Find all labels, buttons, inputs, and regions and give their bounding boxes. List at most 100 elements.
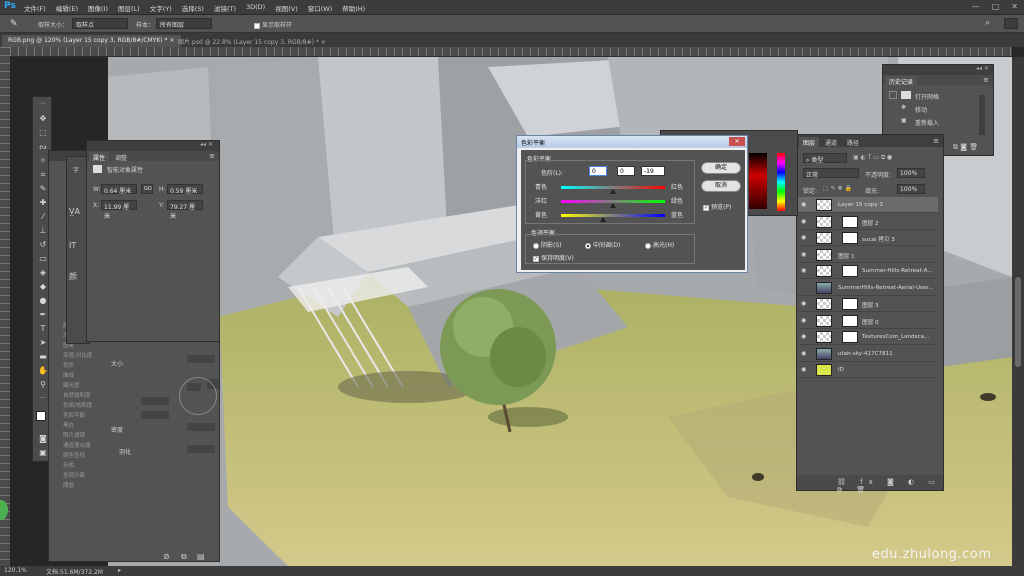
marquee-tool-icon[interactable]: ⬚ [37, 127, 49, 138]
menu-item-5[interactable]: 选择(S) [182, 3, 204, 13]
visibility-eye-icon[interactable]: ◉ [801, 366, 806, 373]
brush-angle-dial[interactable] [179, 377, 217, 415]
y-field[interactable]: 79.27 厘米 [167, 200, 203, 220]
menu-item-8[interactable]: 视图(V) [275, 3, 298, 13]
history-item-2[interactable]: 移动 [915, 105, 927, 114]
layer-kind-filter[interactable]: ⌕ 类型 [803, 153, 847, 164]
menu-item-1[interactable]: 编辑(E) [56, 3, 78, 13]
lock-icons[interactable]: ⬚ ✎ ✥ 🔒 [823, 185, 852, 192]
menu-item-2[interactable]: 图像(I) [88, 3, 108, 13]
adjustment-item-15[interactable]: 色调分离 [63, 471, 123, 481]
close-icon[interactable]: ✕ [1011, 2, 1018, 11]
layer-row[interactable]: ◉ TexturesCom_Landsca... [798, 329, 938, 345]
panel-menu-icon[interactable]: ≡ [209, 152, 215, 160]
show-ring-checkbox[interactable] [254, 22, 260, 29]
panel-footer-icon-2[interactable]: ⧉ [181, 552, 187, 562]
adjustment-item-16[interactable]: 阈值 [63, 481, 123, 491]
panel-footer-icon-1[interactable]: ⊘ [163, 552, 170, 561]
visibility-eye-icon[interactable]: ◉ [801, 201, 806, 208]
layer-mask-thumbnail[interactable] [842, 215, 858, 228]
menu-item-3[interactable]: 图层(L) [118, 3, 140, 13]
layers-footer[interactable]: ⛓ fx ◙ ◐ ▭ ⧉ 🗑 [797, 475, 943, 494]
visibility-eye-icon[interactable]: ◉ [801, 333, 806, 340]
layers-menu-icon[interactable]: ≡ [933, 137, 939, 145]
opacity-field[interactable]: 100% [897, 168, 925, 178]
vertical-scrollbar[interactable] [1012, 57, 1024, 566]
search-icon[interactable]: ⌕ [985, 18, 990, 28]
density-field[interactable] [187, 423, 215, 431]
stacked-panel-va-icon[interactable]: V̲A [69, 207, 80, 216]
filter-icons[interactable]: ▣ ◐ T ▭ ⧉ ● [853, 154, 892, 162]
stacked-panel-it-icon[interactable]: IT [69, 241, 76, 250]
panel-footer-icon-3[interactable]: ▤ [197, 552, 205, 561]
hue-slider[interactable] [777, 153, 785, 211]
menu-item-9[interactable]: 窗口(W) [308, 3, 333, 13]
adjustment-item-9[interactable]: 色彩平衡 [63, 411, 123, 421]
shadows-radio[interactable] [533, 242, 539, 249]
adjustment-item-6[interactable]: 曝光度 [63, 381, 123, 391]
tab-paths[interactable]: 路径 [843, 137, 863, 148]
adjustment-item-5[interactable]: 曲线 [63, 371, 123, 381]
fill-field[interactable]: 100% [897, 184, 925, 194]
minimize-icon[interactable]: — [972, 2, 980, 11]
adjustment-item-7[interactable]: 自然饱和度 [63, 391, 123, 401]
tab-properties[interactable]: 属性 [89, 152, 110, 163]
layer-row[interactable]: ◉ 图层 3 [798, 296, 938, 312]
layer-row[interactable]: SummerHills-Retreat-Aerial-User... [798, 280, 938, 296]
menu-item-6[interactable]: 滤镜(T) [214, 3, 236, 13]
status-arrow-icon[interactable]: ▸ [118, 567, 121, 574]
layer-mask-thumbnail[interactable] [842, 265, 858, 277]
width-field[interactable]: 0.64 厘米 [101, 184, 137, 195]
preserve-luminosity-checkbox[interactable]: ✓ [533, 255, 539, 262]
properties-collapse-icon[interactable]: ◂◂ ✕ [200, 141, 213, 148]
history-snapshot-box[interactable] [889, 91, 897, 99]
layer-mask-thumbnail[interactable] [842, 314, 858, 327]
preview-checkbox[interactable]: ✓ [703, 204, 709, 211]
layer-row[interactable]: ◉ ID [798, 362, 938, 378]
menu-item-7[interactable]: 3D(D) [246, 3, 265, 13]
workspace-icon[interactable] [1004, 18, 1018, 29]
visibility-eye-icon[interactable]: ◉ [801, 317, 806, 324]
sample-select[interactable]: 所有图层 [156, 18, 212, 29]
cancel-button[interactable]: 取消 [701, 180, 741, 192]
restore-icon[interactable]: □ [992, 2, 1000, 11]
history-menu-icon[interactable]: ≡ [983, 76, 989, 84]
visibility-eye-icon[interactable]: ◉ [801, 218, 806, 225]
x-field[interactable]: 11.99 厘米 [101, 200, 137, 220]
color-field[interactable] [749, 153, 767, 209]
layer-row[interactable]: ◉ sucai 拷贝 3 [798, 230, 938, 246]
history-snapshot-icon[interactable]: ⧉ ◙ 🗑 [953, 143, 978, 152]
zoom-readout[interactable]: 120.1% [4, 567, 27, 574]
menu-item-0[interactable]: 文件(F) [24, 3, 46, 13]
layer-mask-thumbnail[interactable] [842, 331, 858, 343]
adjustment-item-13[interactable]: 颜色查找 [63, 451, 123, 461]
level-yellow-blue-input[interactable]: -19 [641, 166, 665, 176]
tab-layers[interactable]: 图层 [799, 137, 820, 148]
tab-rgb-png[interactable]: RGB.png @ 120% (Layer 15 copy 3, RGB/8#/… [2, 35, 181, 47]
foreground-color-swatch[interactable] [36, 411, 46, 421]
toolbox-grip-icon[interactable]: •• [37, 99, 49, 110]
brush-size-field[interactable] [187, 355, 215, 363]
roundness-field-2[interactable] [141, 411, 169, 419]
layer-mask-thumbnail[interactable] [842, 232, 858, 244]
layer-row[interactable]: ◉ 图层 2 [798, 214, 938, 230]
magenta-green-thumb[interactable] [610, 203, 616, 208]
level-cyan-red-input[interactable]: 0 [589, 166, 607, 176]
level-magenta-green-input[interactable]: 0 [617, 166, 635, 176]
yellow-blue-thumb[interactable] [600, 217, 607, 222]
adjustment-item-14[interactable]: 反相 [63, 461, 123, 471]
visibility-eye-icon[interactable]: ◉ [801, 300, 806, 307]
visibility-eye-icon[interactable]: ◉ [801, 267, 806, 274]
layer-row[interactable]: ◉ Layer 15 copy 3 [798, 197, 938, 213]
visibility-eye-icon[interactable]: ◉ [801, 234, 806, 241]
tab-channels[interactable]: 通道 [821, 137, 841, 148]
link-toggle[interactable]: GO [141, 184, 153, 194]
tab-psd[interactable]: 图片.psd @ 22.8% (Layer 15 copy 3, RGB/8#)… [172, 35, 332, 47]
menu-item-10[interactable]: 帮助(H) [342, 3, 365, 13]
angle-field-2[interactable] [141, 397, 169, 405]
layer-row[interactable]: ◉ utah-sky-417C7811 [798, 346, 938, 362]
tab-adjustments[interactable]: 调整 [111, 152, 131, 163]
visibility-eye-icon[interactable]: ◉ [801, 350, 806, 357]
layer-row[interactable]: ◉ 图层 1 [798, 247, 938, 263]
tab-history[interactable]: 历史记录 [885, 76, 918, 87]
